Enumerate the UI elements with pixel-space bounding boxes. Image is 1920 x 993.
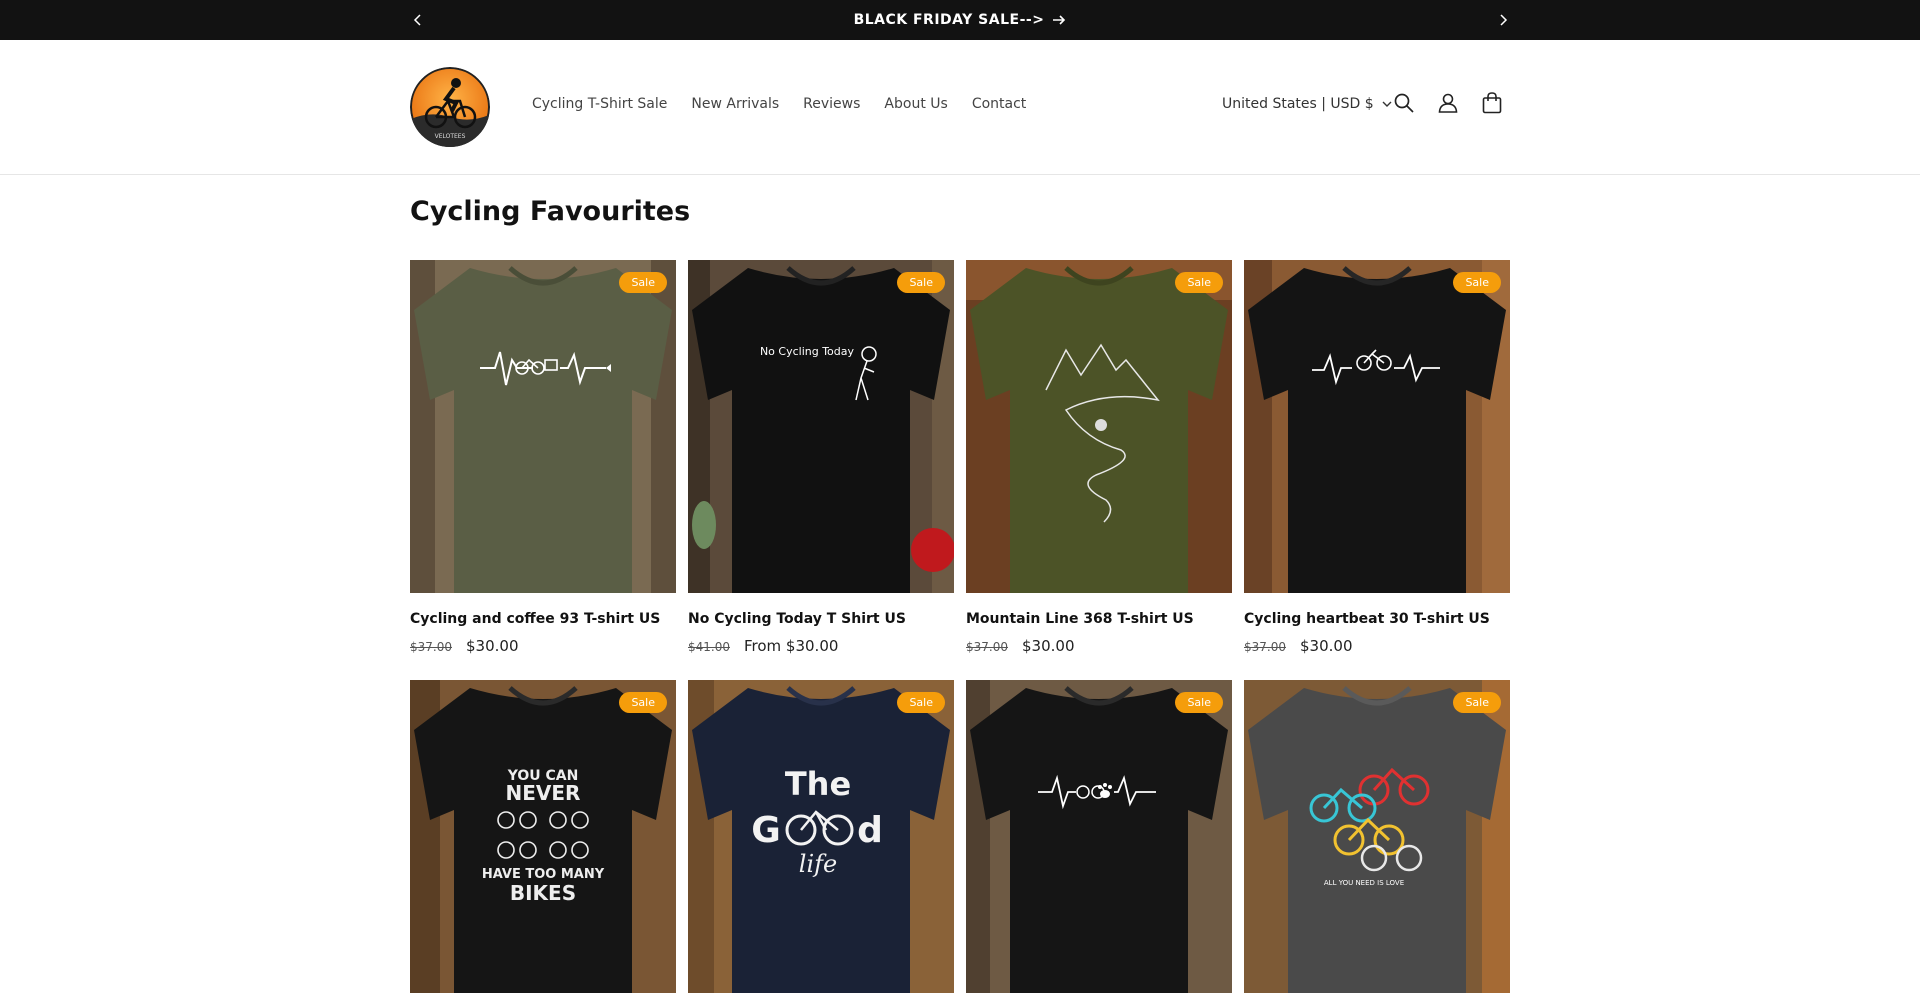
- country-selector[interactable]: United States | USD $: [1222, 96, 1392, 112]
- site-logo[interactable]: VELOTEES: [410, 67, 490, 147]
- announcement-bar: BLACK FRIDAY SALE-->: [0, 0, 1920, 40]
- arrow-right-icon: [1053, 15, 1066, 25]
- product-title[interactable]: Cycling heartbeat 30 T-shirt US: [1244, 611, 1510, 627]
- product-image[interactable]: Sale: [1244, 260, 1510, 593]
- product-title[interactable]: No Cycling Today T Shirt US: [688, 611, 954, 627]
- sale-badge: Sale: [1453, 272, 1501, 293]
- nav-item-cycling-tshirt-sale[interactable]: Cycling T-Shirt Sale: [520, 96, 679, 112]
- cart-button[interactable]: [1479, 90, 1505, 116]
- product-card[interactable]: Sale Mountain Line 368 T-shirt US $37.00…: [966, 260, 1232, 655]
- section-title: Cycling Favourites: [410, 196, 691, 227]
- sale-badge: Sale: [619, 272, 667, 293]
- tshirt-image: ALL YOU NEED IS LOVE: [1244, 680, 1510, 993]
- announcement-message[interactable]: BLACK FRIDAY SALE-->: [0, 0, 1920, 40]
- announcement-next-button[interactable]: [1491, 8, 1515, 32]
- svg-text:G: G: [751, 810, 781, 851]
- product-image[interactable]: No Cycling Today Sale: [688, 260, 954, 593]
- sale-badge: Sale: [1453, 692, 1501, 713]
- announcement-text: BLACK FRIDAY SALE-->: [853, 12, 1045, 28]
- svg-text:NEVER: NEVER: [506, 781, 581, 805]
- product-image[interactable]: Sale: [966, 680, 1232, 993]
- tshirt-image: No Cycling Today: [688, 260, 954, 593]
- product-image[interactable]: Sale: [410, 260, 676, 593]
- nav-item-contact[interactable]: Contact: [960, 96, 1038, 112]
- site-header: VELOTEES Cycling T-Shirt Sale New Arriva…: [0, 40, 1920, 175]
- product-card[interactable]: Sale: [966, 680, 1232, 993]
- product-price: $37.00 $30.00: [410, 637, 676, 655]
- country-selector-label: United States | USD $: [1222, 96, 1374, 112]
- compare-at-price: $37.00: [410, 640, 452, 654]
- product-card[interactable]: Sale Cycling heartbeat 30 T-shirt US $37…: [1244, 260, 1510, 655]
- product-price: $37.00 $30.00: [1244, 637, 1510, 655]
- tshirt-image: The G d life: [688, 680, 954, 993]
- sale-price: $30.00: [466, 637, 519, 655]
- svg-text:HAVE TOO MANY: HAVE TOO MANY: [482, 867, 605, 882]
- compare-at-price: $37.00: [1244, 640, 1286, 654]
- product-card[interactable]: The G d life Sale: [688, 680, 954, 993]
- svg-text:BIKES: BIKES: [510, 881, 576, 905]
- compare-at-price: $41.00: [688, 640, 730, 654]
- product-image[interactable]: Sale: [966, 260, 1232, 593]
- product-price: $41.00 From $30.00: [688, 637, 954, 655]
- svg-text:ALL YOU NEED IS LOVE: ALL YOU NEED IS LOVE: [1324, 879, 1404, 887]
- sale-price: $30.00: [1022, 637, 1075, 655]
- sale-badge: Sale: [1175, 692, 1223, 713]
- tshirt-image: YOU CAN NEVER HAVE TOO MANY BIKES: [410, 680, 676, 993]
- cart-icon: [1482, 92, 1502, 114]
- product-image[interactable]: YOU CAN NEVER HAVE TOO MANY BIKES Sale: [410, 680, 676, 993]
- account-button[interactable]: [1435, 90, 1461, 116]
- svg-text:No Cycling Today: No Cycling Today: [760, 345, 855, 358]
- nav-item-about-us[interactable]: About Us: [872, 96, 959, 112]
- sale-price: $30.00: [1300, 637, 1353, 655]
- product-image[interactable]: ALL YOU NEED IS LOVE Sale: [1244, 680, 1510, 993]
- product-card[interactable]: No Cycling Today Sale No Cycling Today T…: [688, 260, 954, 655]
- product-price: $37.00 $30.00: [966, 637, 1232, 655]
- product-title[interactable]: Cycling and coffee 93 T-shirt US: [410, 611, 676, 627]
- user-icon: [1438, 93, 1458, 113]
- sale-badge: Sale: [897, 692, 945, 713]
- cyclist-logo-icon: VELOTEES: [410, 67, 490, 147]
- product-image[interactable]: The G d life Sale: [688, 680, 954, 993]
- sale-badge: Sale: [1175, 272, 1223, 293]
- sale-badge: Sale: [619, 692, 667, 713]
- tshirt-image: [1244, 260, 1510, 593]
- sale-badge: Sale: [897, 272, 945, 293]
- product-card[interactable]: ALL YOU NEED IS LOVE Sale: [1244, 680, 1510, 993]
- product-card[interactable]: YOU CAN NEVER HAVE TOO MANY BIKES Sale: [410, 680, 676, 993]
- sale-price: From $30.00: [744, 637, 839, 655]
- product-card[interactable]: Sale Cycling and coffee 93 T-shirt US $3…: [410, 260, 676, 655]
- compare-at-price: $37.00: [966, 640, 1008, 654]
- nav-item-reviews[interactable]: Reviews: [791, 96, 872, 112]
- search-icon: [1394, 93, 1414, 113]
- tshirt-image: [966, 680, 1232, 993]
- main-nav: Cycling T-Shirt Sale New Arrivals Review…: [520, 96, 1038, 112]
- tshirt-image: [966, 260, 1232, 593]
- nav-item-new-arrivals[interactable]: New Arrivals: [679, 96, 791, 112]
- product-title[interactable]: Mountain Line 368 T-shirt US: [966, 611, 1232, 627]
- svg-text:d: d: [857, 810, 883, 851]
- svg-text:VELOTEES: VELOTEES: [435, 133, 466, 140]
- svg-text:life: life: [799, 850, 837, 878]
- svg-text:The: The: [785, 765, 851, 803]
- tshirt-image: [410, 260, 676, 593]
- search-button[interactable]: [1391, 90, 1417, 116]
- chevron-right-icon: [1500, 14, 1508, 26]
